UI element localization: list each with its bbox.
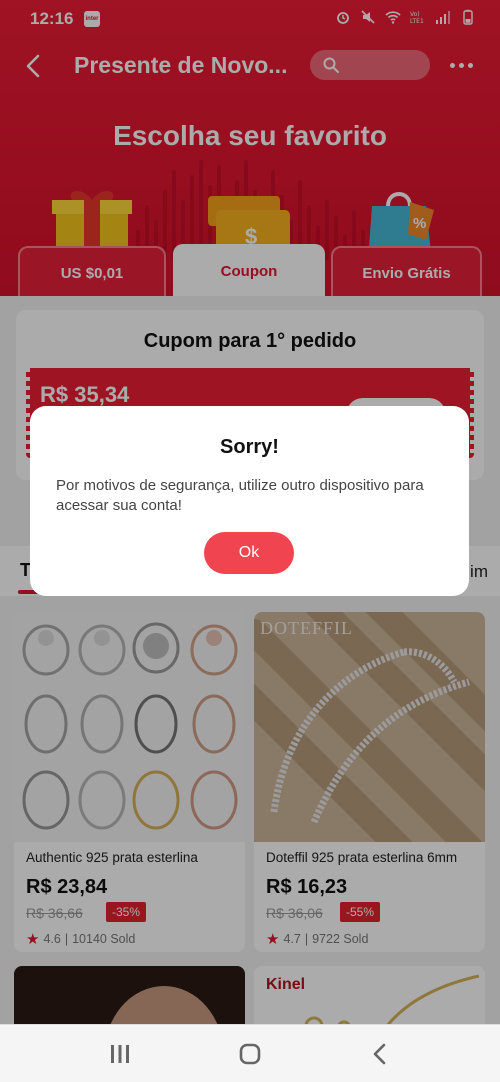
dialog-title: Sorry!: [220, 436, 279, 458]
ok-button[interactable]: Ok: [204, 532, 294, 574]
recent-apps-icon[interactable]: [100, 1039, 140, 1069]
dialog-message: Por motivos de segurança, utilize outro …: [56, 477, 424, 514]
error-dialog: Sorry! Por motivos de segurança, utilize…: [30, 406, 469, 596]
nav-back-icon[interactable]: [360, 1039, 400, 1069]
system-nav-bar: [0, 1024, 500, 1082]
home-icon[interactable]: [230, 1039, 270, 1069]
